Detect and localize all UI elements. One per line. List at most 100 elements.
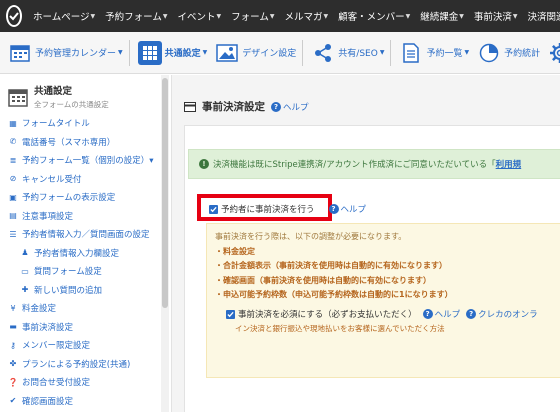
chevron-down-icon: ▼	[202, 49, 208, 56]
calendar-icon	[8, 41, 32, 65]
cancel-icon: ⊘	[9, 174, 17, 184]
chevron-down-icon: ▼	[379, 49, 385, 56]
image-icon	[215, 41, 239, 65]
card-icon: ▬	[9, 322, 17, 332]
nav-reservation-form[interactable]: 予約フォーム ▼	[100, 9, 172, 23]
app-logo[interactable]	[6, 5, 22, 27]
sidebar-item-user-fields[interactable]: ♟ 予約者情報入力欄設定	[0, 244, 171, 263]
toolbar-reservation-stats[interactable]: 予約統計	[477, 41, 540, 65]
prepayment-help-link[interactable]: ? ヘルプ	[328, 203, 366, 215]
grid-icon	[137, 40, 162, 65]
toolbar-reservation-calendar[interactable]: 予約管理カレンダー ▼	[8, 39, 130, 66]
sidebar-item-add-question[interactable]: ✚ 新しい質問の追加	[0, 281, 171, 300]
chevron-down-icon: ▼	[405, 12, 411, 20]
page-title: 事前決済設定 ? ヘルプ	[184, 99, 309, 114]
prepayment-checkbox[interactable]	[209, 204, 218, 214]
sidebar-item-question-screen[interactable]: ☰ 予約者情報入力／質問画面の設定	[0, 225, 171, 244]
calendar-icon	[8, 87, 28, 107]
doc-icon: ▭	[21, 266, 29, 276]
top-nav-bar: ホームページ ▼ 予約フォーム ▼ イベント ▼ フォーム ▼ メルマガ ▼ 顧客・メンバ…	[0, 0, 560, 32]
nav-payment[interactable]: 決済関連▼	[523, 9, 560, 23]
required-payment-row: 事前決済を必須にする（必ずお支払いただく） ? ヘルプ ? クレカのオンラ	[226, 308, 538, 320]
toolbar: 予約管理カレンダー ▼ 共通設定 ▼ デザイン設定 共有/SEO ▼ 予約一覧 …	[0, 32, 560, 74]
sidebar-title: 共通設定	[34, 86, 73, 97]
prepayment-checkbox-label: 予約者に事前決済を行う	[221, 205, 315, 215]
sidebar-subtitle: 全フォームの共通設定	[34, 100, 109, 109]
display-icon: ▣	[9, 192, 17, 202]
plan-icon: ✤	[9, 359, 17, 369]
info-icon: !	[199, 159, 209, 169]
chevron-down-icon: ▼	[162, 12, 168, 20]
sidebar-item-display[interactable]: ▣ 予約フォームの表示設定	[0, 188, 171, 207]
sidebar-item-form-title[interactable]: ▦ フォームタイトル	[0, 114, 171, 133]
toolbar-reservation-list[interactable]: 予約一覧 ▼	[399, 41, 469, 65]
chevron-down-icon: ▼	[459, 12, 464, 20]
plus-icon: ✚	[21, 285, 29, 295]
nav-home[interactable]: ホームページ ▼	[28, 9, 100, 23]
sidebar-item-cancel[interactable]: ⊘ キャンセル受付	[0, 170, 171, 189]
pie-chart-icon	[477, 41, 501, 65]
card-icon	[184, 101, 196, 112]
nav-subscription[interactable]: 継続課金 ▼	[415, 9, 469, 23]
divider	[128, 39, 130, 66]
toolbar-gear[interactable]	[548, 41, 560, 65]
sidebar-item-member-limit[interactable]: ⚷ メンバー限定設定	[0, 336, 171, 355]
form-icon: ☰	[9, 229, 17, 239]
warning-text: 事前決済を行う際は、以下の調整が必要になります。 ・料金設定 ・合計金額表示（事…	[215, 232, 453, 300]
nav-prepayment[interactable]: 事前決済 ▼	[469, 9, 523, 23]
chevron-down-icon: ▼	[269, 12, 275, 20]
nav-event[interactable]: イベント ▼	[173, 9, 227, 23]
sidebar-item-prepayment[interactable]: ▬ 事前決済設定	[0, 318, 171, 337]
help-icon: ?	[271, 101, 281, 112]
help-icon: ?	[466, 309, 477, 319]
required-payment-description: イン決済と銀行振込や現地払いをお客様に選んでいただく方法	[235, 324, 445, 333]
table-icon: ▦	[9, 118, 17, 128]
note-icon: ▤	[9, 211, 17, 221]
gear-icon	[548, 41, 560, 65]
sidebar-header: 共通設定 全フォームの共通設定	[0, 75, 171, 114]
sidebar-item-inquiry[interactable]: ❓ お問合せ受付設定	[0, 373, 171, 392]
sidebar-item-plan[interactable]: ✤ プランによる予約設定(共通)	[0, 355, 171, 374]
stripe-notice: ! 決済機能は既にStripe連携済/アカウント作成済にご同意いただいている「 …	[188, 149, 560, 179]
chevron-down-icon: ▼	[323, 12, 329, 20]
sidebar-scrollbar-thumb[interactable]	[162, 78, 168, 308]
yen-icon: ¥	[10, 303, 16, 313]
terms-link[interactable]: 利用規	[496, 158, 522, 170]
nav-customer-member[interactable]: 顧客・メンバー ▼	[333, 9, 415, 23]
sidebar-item-phone[interactable]: ✆ 電話番号（スマホ専用）	[0, 133, 171, 152]
chevron-down-icon: ▼	[464, 49, 470, 56]
toolbar-design-settings[interactable]: デザイン設定	[215, 39, 304, 66]
nav-form[interactable]: フォーム ▼	[226, 9, 279, 23]
question-icon: ❓	[8, 377, 18, 387]
phone-icon: ✆	[9, 137, 17, 147]
check-icon: ✔	[9, 396, 17, 406]
toolbar-share-seo[interactable]: 共有/SEO ▼	[311, 39, 392, 66]
document-icon	[399, 41, 423, 65]
card-payment-help-link[interactable]: ? クレカのオンラ	[466, 308, 538, 320]
sidebar-item-price[interactable]: ¥ 料金設定	[0, 299, 171, 318]
divider	[302, 39, 304, 66]
required-payment-checkbox[interactable]	[226, 309, 235, 319]
sidebar-item-form-list[interactable]: ≣ 予約フォーム一覧（個別の設定）▾	[0, 151, 171, 170]
help-link[interactable]: ? ヘルプ	[271, 101, 309, 113]
required-help-link[interactable]: ? ヘルプ	[422, 308, 460, 320]
help-icon: ?	[422, 309, 433, 319]
list-icon: ≣	[9, 155, 17, 165]
help-icon: ?	[328, 204, 339, 214]
sidebar-item-notes[interactable]: ▤ 注意事項設定	[0, 207, 171, 226]
chevron-down-icon: ▼	[216, 12, 222, 20]
divider	[390, 39, 392, 66]
chevron-down-icon: ▼	[118, 49, 123, 56]
sidebar-item-question-form[interactable]: ▭ 質問フォーム設定	[0, 262, 171, 281]
chevron-down-icon: ▼	[90, 12, 96, 20]
sidebar-item-confirm[interactable]: ✔ 確認画面設定	[0, 392, 171, 411]
user-icon: ♟	[21, 248, 29, 258]
chevron-down-icon: ▼	[512, 12, 518, 20]
toolbar-common-settings[interactable]: 共通設定 ▼	[137, 40, 208, 65]
nav-mailmag[interactable]: メルマガ ▼	[279, 9, 333, 23]
share-icon	[311, 41, 335, 65]
prepayment-checkbox-row: 予約者に事前決済を行う ? ヘルプ	[209, 203, 366, 215]
main-content: 事前決済設定 ? ヘルプ ! 決済機能は既にStripe連携済/アカウント作成済に…	[172, 75, 560, 412]
key-icon: ⚷	[10, 340, 16, 350]
sidebar: 共通設定 全フォームの共通設定 ▦ フォームタイトル ✆ 電話番号（スマホ専用） ≣…	[0, 75, 172, 412]
